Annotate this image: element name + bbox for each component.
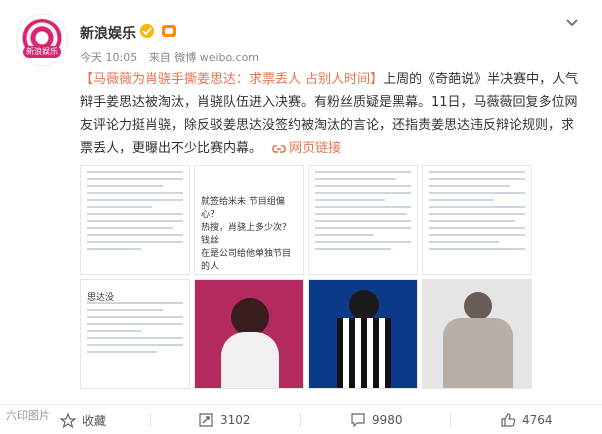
gallery-thumb-7[interactable]: [308, 279, 418, 389]
person-head: [349, 290, 379, 320]
gallery-thumb-8[interactable]: [422, 279, 532, 389]
post-time[interactable]: 今天 10:05: [80, 51, 137, 64]
repost-count: 3102: [220, 413, 251, 427]
repost-button[interactable]: 3102: [198, 412, 251, 428]
thumb-lines: [309, 171, 417, 250]
account-avatar[interactable]: 新浪娱乐: [16, 14, 68, 66]
star-icon: [60, 412, 76, 428]
like-button[interactable]: 4764: [500, 412, 553, 428]
favorite-button[interactable]: 收藏: [60, 412, 106, 429]
person-shirt: [337, 318, 391, 388]
person-head: [231, 298, 269, 336]
thumb2-text: 就签给米未 节目组偏心？ 热搜，肖骁上多少次？ 钱丝 在是公司给他单独节目的人 …: [201, 197, 292, 272]
repost-icon: [199, 413, 213, 427]
thumbs-up-icon: [501, 413, 516, 427]
comment-count: 9980: [372, 413, 403, 427]
comment-button[interactable]: 9980: [350, 412, 403, 428]
gallery-thumb-4[interactable]: [422, 165, 532, 275]
image-gallery: 就签给米未 节目组偏心？ 热搜，肖骁上多少次？ 钱丝 在是公司给他单独节目的人 …: [80, 165, 532, 391]
gallery-thumb-3[interactable]: [308, 165, 418, 275]
divider: [150, 413, 151, 427]
comment-icon: [351, 413, 365, 428]
verified-icon: [140, 24, 154, 38]
thumb-lines: [423, 171, 531, 250]
avatar-label: 新浪娱乐: [23, 46, 61, 58]
chevron-down-icon[interactable]: [565, 18, 579, 28]
favorite-label: 收藏: [82, 414, 107, 428]
post-source[interactable]: 来自 微博 weibo.com: [149, 51, 259, 64]
person-body: [221, 332, 279, 388]
post-text: 【马薇薇为肖骁手撕姜思达：求票丢人 占别人时间】上周的《奇葩说》半决赛中，人气辩…: [80, 68, 583, 160]
vip-badge-icon: [162, 25, 176, 37]
gallery-thumb-1[interactable]: [80, 165, 190, 275]
thumb5-text: 思达没: [87, 293, 115, 303]
person-head: [464, 292, 492, 320]
post-headline[interactable]: 【马薇薇为肖骁手撕姜思达：求票丢人 占别人时间】: [80, 72, 383, 87]
thumb-lines: [81, 171, 189, 250]
gallery-thumb-6[interactable]: [194, 279, 304, 389]
gallery-thumb-5[interactable]: 思达没: [80, 279, 190, 389]
divider: [450, 413, 451, 427]
web-link[interactable]: 网页链接: [266, 141, 341, 156]
action-bar: 收藏 3102 9980 4764: [0, 404, 602, 434]
divider: [300, 413, 301, 427]
link-icon: [272, 144, 286, 153]
gallery-thumb-2[interactable]: 就签给米未 节目组偏心？ 热搜，肖骁上多少次？ 钱丝 在是公司给他单独节目的人 …: [194, 165, 304, 275]
account-name[interactable]: 新浪娱乐: [80, 23, 136, 43]
web-link-text: 网页链接: [289, 141, 342, 156]
like-count: 4764: [522, 413, 553, 427]
person-coat: [443, 318, 513, 388]
post-meta: 今天 10:05 来自 微博 weibo.com: [80, 49, 267, 65]
thumb-lines: [81, 302, 189, 353]
